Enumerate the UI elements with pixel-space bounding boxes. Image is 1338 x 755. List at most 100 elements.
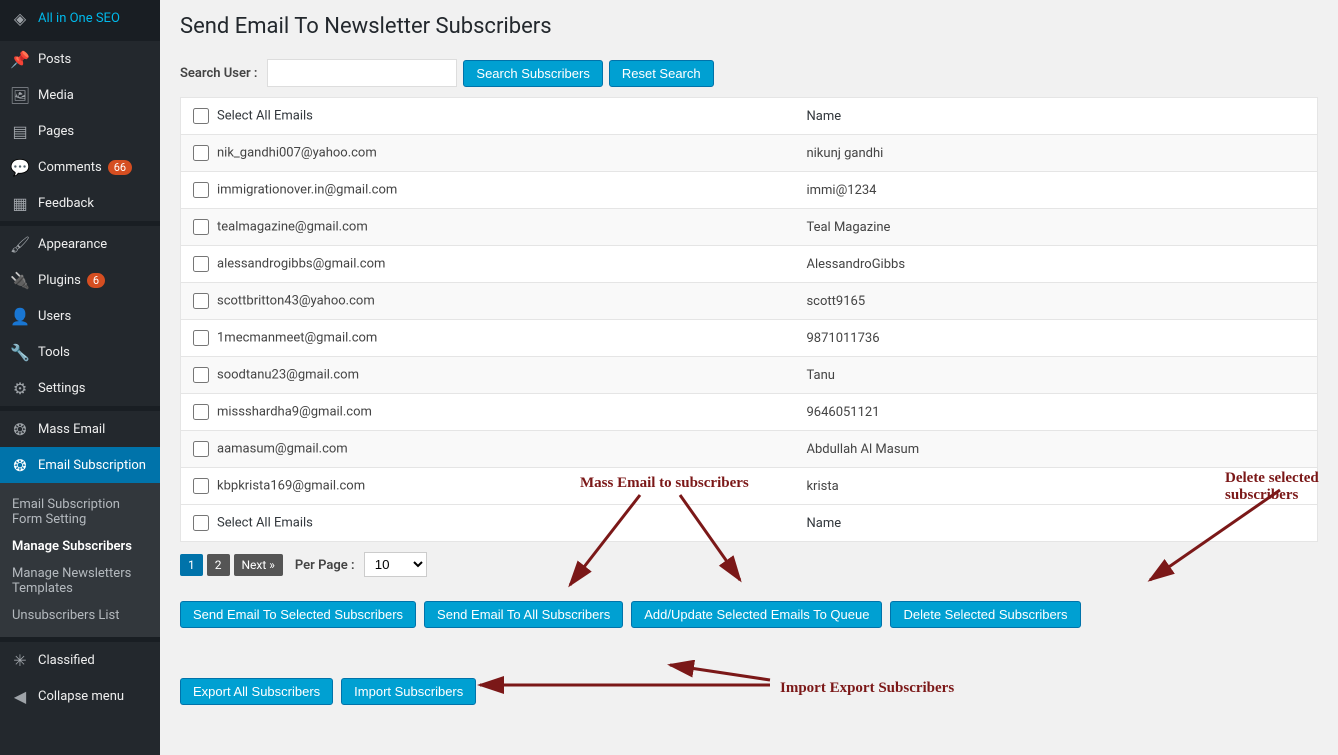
submenu-manage-templates[interactable]: Manage Newsletters Templates: [0, 560, 160, 602]
sidebar-item-feedback[interactable]: ▦Feedback: [0, 185, 160, 221]
table-row: alessandrogibbs@gmail.comAlessandroGibbs: [181, 246, 1318, 283]
sidebar-item-plugins[interactable]: 🔌Plugins6: [0, 262, 160, 298]
row-checkbox[interactable]: [193, 478, 209, 494]
plugin-icon: 🔌: [10, 270, 30, 290]
submenu-form-setting[interactable]: Email Subscription Form Setting: [0, 491, 160, 533]
shield-icon: ◈: [10, 8, 30, 28]
submenu-manage-subscribers[interactable]: Manage Subscribers: [0, 533, 160, 560]
row-checkbox[interactable]: [193, 404, 209, 420]
per-page: Per Page : 10: [295, 552, 427, 577]
row-checkbox[interactable]: [193, 256, 209, 272]
table-row: immigrationover.in@gmail.com immi@1234: [181, 172, 1318, 209]
row-email: nik_gandhi007@yahoo.com: [217, 145, 377, 160]
submenu-unsubscribers[interactable]: Unsubscribers List: [0, 602, 160, 629]
page-title: Send Email To Newsletter Subscribers: [180, 14, 1318, 39]
row-checkbox[interactable]: [193, 293, 209, 309]
row-checkbox[interactable]: [193, 441, 209, 457]
pager-row: 1 2 Next » Per Page : 10: [180, 552, 1318, 577]
row-name: 9646051121: [794, 394, 1317, 431]
media-icon: 🖼: [10, 85, 30, 105]
add-queue-button[interactable]: Add/Update Selected Emails To Queue: [631, 601, 882, 628]
action-row-2: Export All Subscribers Import Subscriber…: [180, 678, 1318, 705]
per-page-select[interactable]: 10: [364, 552, 427, 577]
table-row: nik_gandhi007@yahoo.comnikunj gandhi: [181, 135, 1318, 172]
subscribers-table: Select All Emails Name nik_gandhi007@yah…: [180, 97, 1318, 542]
row-email: immigrationover.in@gmail.com: [217, 182, 397, 197]
sidebar-item-users[interactable]: 👤Users: [0, 298, 160, 334]
reset-search-button[interactable]: Reset Search: [609, 60, 714, 87]
table-row: scottbritton43@yahoo.com scott9165: [181, 283, 1318, 320]
select-all-bottom[interactable]: [193, 515, 209, 531]
sidebar-submenu: Email Subscription Form Setting Manage S…: [0, 483, 160, 637]
export-button[interactable]: Export All Subscribers: [180, 678, 333, 705]
row-email: 1mecmanmeet@gmail.com: [217, 330, 377, 345]
search-button[interactable]: Search Subscribers: [463, 60, 602, 87]
row-checkbox[interactable]: [193, 219, 209, 235]
sidebar-item-comments[interactable]: 💬Comments66: [0, 149, 160, 185]
sidebar-item-media[interactable]: 🖼Media: [0, 77, 160, 113]
sidebar-item-seo[interactable]: ◈All in One SEO: [0, 0, 160, 36]
row-email: soodtanu23@gmail.com: [217, 367, 359, 382]
user-icon: 👤: [10, 306, 30, 326]
row-email: scottbritton43@yahoo.com: [217, 293, 375, 308]
row-email: tealmagazine@gmail.com: [217, 219, 368, 234]
sidebar-item-email-subscription[interactable]: ❂Email Subscription: [0, 447, 160, 483]
send-all-button[interactable]: Send Email To All Subscribers: [424, 601, 623, 628]
comments-badge: 66: [108, 160, 132, 175]
action-row-1: Send Email To Selected Subscribers Send …: [180, 601, 1318, 628]
page-icon: ▤: [10, 121, 30, 141]
page-next[interactable]: Next »: [234, 554, 283, 576]
select-all-top[interactable]: [193, 108, 209, 124]
row-email: aamasum@gmail.com: [217, 441, 348, 456]
row-name: Teal Magazine: [794, 209, 1317, 246]
collapse-icon: ◀: [10, 686, 30, 706]
row-email: alessandrogibbs@gmail.com: [217, 256, 385, 271]
settings-icon: ⚙: [10, 378, 30, 398]
name-header: Name: [794, 98, 1317, 135]
sidebar-item-classified[interactable]: ✳Classified: [0, 642, 160, 678]
table-row: aamasum@gmail.com Abdullah Al Masum: [181, 431, 1318, 468]
plugins-badge: 6: [87, 273, 105, 288]
gear-icon: ❂: [10, 455, 30, 475]
row-checkbox[interactable]: [193, 145, 209, 161]
table-row: soodtanu23@gmail.com Tanu: [181, 357, 1318, 394]
table-row: missshardha9@gmail.com 9646051121: [181, 394, 1318, 431]
search-input[interactable]: [267, 59, 457, 87]
table-row: 1mecmanmeet@gmail.com9871011736: [181, 320, 1318, 357]
row-checkbox[interactable]: [193, 182, 209, 198]
sidebar-item-tools[interactable]: 🔧Tools: [0, 334, 160, 370]
sidebar-item-settings[interactable]: ⚙Settings: [0, 370, 160, 406]
sidebar-item-mass-email[interactable]: ❂Mass Email: [0, 411, 160, 447]
page-2[interactable]: 2: [207, 554, 230, 576]
admin-sidebar: ◈All in One SEO 📌Posts 🖼Media ▤Pages 💬Co…: [0, 0, 160, 755]
comment-icon: 💬: [10, 157, 30, 177]
row-name: scott9165: [794, 283, 1317, 320]
page-1[interactable]: 1: [180, 554, 203, 576]
delete-selected-button[interactable]: Delete Selected Subscribers: [890, 601, 1080, 628]
send-selected-button[interactable]: Send Email To Selected Subscribers: [180, 601, 416, 628]
search-label: Search User :: [180, 66, 257, 81]
row-name: krista: [794, 468, 1317, 505]
form-icon: ▦: [10, 193, 30, 213]
pin-icon: 📌: [10, 49, 30, 69]
sidebar-collapse[interactable]: ◀Collapse menu: [0, 678, 160, 714]
sidebar-item-appearance[interactable]: 🖌Appearance: [0, 226, 160, 262]
sidebar-item-posts[interactable]: 📌Posts: [0, 41, 160, 77]
import-button[interactable]: Import Subscribers: [341, 678, 476, 705]
row-email: kbpkrista169@gmail.com: [217, 478, 365, 493]
row-email: missshardha9@gmail.com: [217, 404, 372, 419]
brush-icon: 🖌: [10, 234, 30, 254]
row-name: Abdullah Al Masum: [794, 431, 1317, 468]
row-checkbox[interactable]: [193, 330, 209, 346]
sidebar-item-pages[interactable]: ▤Pages: [0, 113, 160, 149]
row-name: Tanu: [794, 357, 1317, 394]
gear-icon: ❂: [10, 419, 30, 439]
row-checkbox[interactable]: [193, 367, 209, 383]
table-row: kbpkrista169@gmail.com krista: [181, 468, 1318, 505]
wrench-icon: 🔧: [10, 342, 30, 362]
star-icon: ✳: [10, 650, 30, 670]
row-name: immi@1234: [794, 172, 1317, 209]
pager: 1 2 Next »: [180, 554, 283, 576]
table-row: tealmagazine@gmail.com Teal Magazine: [181, 209, 1318, 246]
main-content: Send Email To Newsletter Subscribers Sea…: [160, 0, 1338, 755]
